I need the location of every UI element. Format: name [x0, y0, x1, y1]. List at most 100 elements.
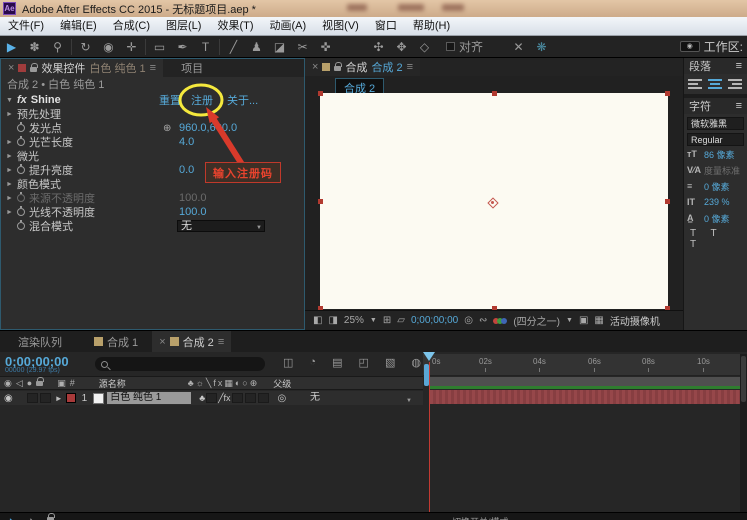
threed-switch[interactable]: [258, 393, 269, 403]
faux-styles-row[interactable]: T T T: [684, 226, 747, 252]
property-row-transfer-mode[interactable]: 混合模式 无 ▼: [1, 219, 304, 233]
property-row-source-point[interactable]: 发光点 ⊕ 960.0,600.0: [1, 121, 304, 135]
stamp-tool-icon[interactable]: ♟: [245, 40, 268, 54]
show-snapshot-icon[interactable]: ∾: [479, 315, 487, 326]
region-of-interest-icon[interactable]: ▣: [579, 315, 588, 326]
twirl-right-icon[interactable]: ►: [6, 111, 17, 118]
parent-dropdown[interactable]: 无 ▼: [306, 392, 416, 404]
stopwatch-icon[interactable]: [17, 194, 25, 202]
mask-feather-icon[interactable]: ❋: [530, 40, 553, 54]
timeline-scrollbar[interactable]: [740, 354, 747, 512]
close-icon[interactable]: ×: [312, 61, 318, 73]
stopwatch-icon[interactable]: [17, 138, 25, 146]
effect-header-row[interactable]: ▼ fx Shine 重置 注册 关于...: [1, 93, 304, 107]
always-preview-icon[interactable]: ◧: [313, 315, 322, 326]
selection-handle[interactable]: [665, 199, 670, 204]
stopwatch-icon[interactable]: [17, 222, 25, 230]
stopwatch-icon[interactable]: [17, 208, 25, 216]
property-row-ray-length[interactable]: ► 光芒长度 4.0: [1, 135, 304, 149]
current-time-indicator-line[interactable]: [429, 362, 430, 512]
font-family-select[interactable]: 微软雅黑: [687, 117, 744, 130]
selection-handle[interactable]: [318, 91, 323, 96]
layer-label-swatch[interactable]: [66, 393, 76, 403]
rotation-tool-icon[interactable]: ↻: [74, 40, 97, 54]
mask-visibility-icon[interactable]: ▱: [397, 315, 405, 326]
active-camera-selector[interactable]: 活动摄像机: [610, 313, 660, 328]
property-row-preprocess[interactable]: ► 预先处理: [1, 107, 304, 121]
workspace-switch-icon[interactable]: ◉: [680, 41, 700, 52]
camera-tool-icon[interactable]: ◉: [97, 40, 120, 54]
shape-tool-icon[interactable]: ▭: [148, 40, 171, 54]
preview-timecode[interactable]: 0;00;00;00: [411, 315, 458, 326]
chevron-down-icon[interactable]: ▼: [370, 317, 377, 324]
view-axis-mode-icon[interactable]: ◇: [413, 40, 436, 54]
menu-composition[interactable]: 合成(C): [105, 17, 158, 35]
selection-handle[interactable]: [492, 91, 497, 96]
panel-menu-icon[interactable]: ≡: [150, 62, 156, 74]
kerning-value[interactable]: 度量标准: [704, 164, 740, 177]
draft-3d-icon[interactable]: ◔: [309, 356, 316, 369]
font-size-value[interactable]: 86 像素: [704, 148, 735, 161]
property-value[interactable]: 0.0: [179, 164, 194, 176]
close-icon[interactable]: ×: [8, 62, 14, 74]
panel-menu-icon[interactable]: ≡: [736, 100, 742, 112]
eye-icon[interactable]: ◉: [4, 393, 13, 404]
toggle-switches-modes-button[interactable]: 切换开关/模式: [452, 515, 509, 520]
crosshair-icon[interactable]: ⊕: [163, 123, 171, 134]
align-right-button[interactable]: [728, 79, 742, 89]
reset-link[interactable]: 重置: [159, 92, 181, 108]
transparency-grid-icon[interactable]: ▦: [594, 315, 603, 326]
paragraph-panel-header[interactable]: 段落≡: [684, 58, 747, 74]
menu-file[interactable]: 文件(F): [0, 17, 52, 35]
font-style-select[interactable]: Regular: [687, 133, 744, 146]
property-value[interactable]: 100.0: [179, 206, 207, 218]
expand-icon[interactable]: ◗: [8, 515, 13, 520]
stopwatch-icon[interactable]: [17, 124, 25, 132]
vertical-scale-value[interactable]: 239 %: [704, 197, 730, 207]
panel-menu-icon[interactable]: ≡: [407, 61, 413, 73]
snapping-icon[interactable]: ✕: [507, 40, 530, 54]
source-name-column[interactable]: 源名称: [99, 377, 126, 390]
menu-animation[interactable]: 动画(A): [262, 17, 315, 35]
pan-behind-tool-icon[interactable]: ✛: [120, 40, 143, 54]
world-axis-mode-icon[interactable]: ✥: [390, 40, 413, 54]
roto-brush-tool-icon[interactable]: ✂: [291, 40, 314, 54]
twirl-right-icon[interactable]: ►: [6, 209, 17, 216]
effect-switch[interactable]: [206, 393, 217, 403]
playhead-icon[interactable]: [423, 352, 435, 361]
type-tool-icon[interactable]: T: [194, 40, 217, 54]
anchor-point-icon[interactable]: [488, 198, 497, 207]
twirl-right-icon[interactable]: ►: [6, 167, 17, 174]
layer-row[interactable]: ◉ ► 1 白色 纯色 1 ♣ ╱fx ◎ 无 ▼: [0, 391, 423, 405]
parent-column[interactable]: 父级: [273, 377, 291, 390]
close-icon[interactable]: ×: [159, 336, 165, 348]
menu-help[interactable]: 帮助(H): [405, 17, 458, 35]
graph-editor-icon[interactable]: ◍: [411, 356, 421, 369]
twirl-right-icon[interactable]: ►: [6, 139, 17, 146]
chevron-down-icon[interactable]: ▼: [566, 317, 573, 324]
snapshot-icon[interactable]: ◎: [464, 315, 473, 326]
align-center-button[interactable]: [708, 79, 722, 89]
solo-toggle[interactable]: [40, 393, 51, 403]
selection-handle[interactable]: [665, 91, 670, 96]
tab-render-queue[interactable]: 渲染队列: [0, 331, 80, 352]
character-panel-header[interactable]: 字符≡: [684, 98, 747, 114]
timeline-search-input[interactable]: [95, 357, 265, 371]
selection-tool-icon[interactable]: ▶: [0, 40, 23, 54]
parent-pickwhip-icon[interactable]: ◎: [278, 393, 287, 404]
zoom-tool-icon[interactable]: ⚲: [46, 40, 69, 54]
panel-menu-icon[interactable]: ≡: [736, 60, 742, 72]
register-link[interactable]: 注册: [191, 92, 213, 108]
zoom-level[interactable]: 25%: [344, 315, 364, 326]
tab-project[interactable]: 项目: [163, 59, 221, 77]
adjustment-switch[interactable]: [245, 393, 256, 403]
tab-effect-controls[interactable]: × 效果控件 白色 纯色 1 ≡: [1, 59, 163, 77]
audio-toggle[interactable]: [27, 393, 38, 403]
stopwatch-icon[interactable]: [17, 166, 25, 174]
eraser-tool-icon[interactable]: ◪: [268, 40, 291, 54]
grid-guides-icon[interactable]: ⊞: [383, 315, 391, 326]
twirl-right-icon[interactable]: ►: [55, 394, 63, 403]
quality-switch-icon[interactable]: ♣: [199, 393, 205, 403]
menu-edit[interactable]: 编辑(E): [52, 17, 105, 35]
baseline-shift-value[interactable]: 0 像素: [704, 212, 730, 225]
